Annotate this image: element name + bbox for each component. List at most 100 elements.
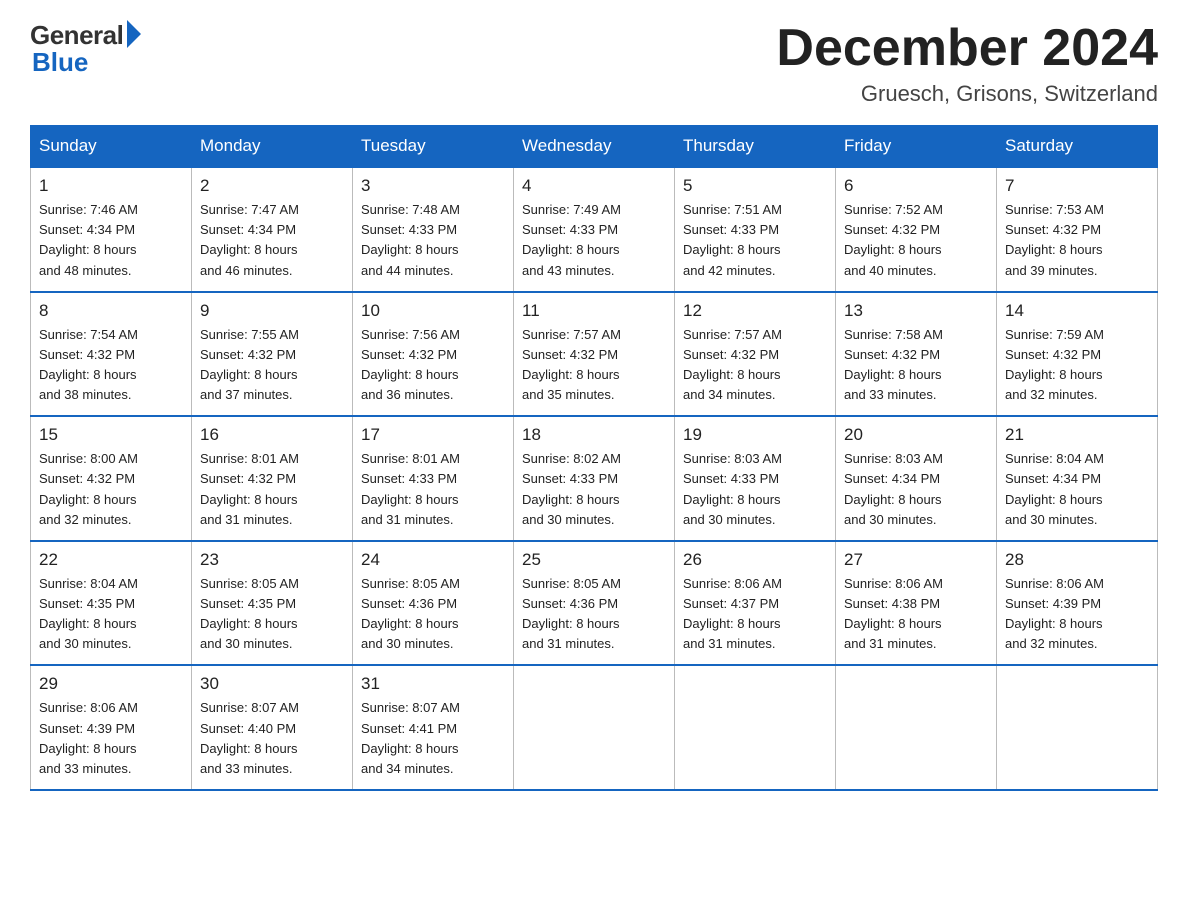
calendar-cell: [997, 665, 1158, 790]
day-number: 2: [200, 176, 344, 196]
logo: General Blue: [30, 20, 141, 78]
day-number: 19: [683, 425, 827, 445]
day-info: Sunrise: 8:07 AMSunset: 4:40 PMDaylight:…: [200, 698, 344, 779]
month-title: December 2024: [776, 20, 1158, 77]
page-header: General Blue December 2024 Gruesch, Gris…: [30, 20, 1158, 107]
day-info: Sunrise: 8:06 AMSunset: 4:38 PMDaylight:…: [844, 574, 988, 655]
calendar-cell: 8Sunrise: 7:54 AMSunset: 4:32 PMDaylight…: [31, 292, 192, 417]
day-number: 12: [683, 301, 827, 321]
day-info: Sunrise: 7:51 AMSunset: 4:33 PMDaylight:…: [683, 200, 827, 281]
calendar-cell: [675, 665, 836, 790]
calendar-cell: 5 Sunrise: 7:51 AMSunset: 4:33 PMDaylight…: [675, 167, 836, 292]
header-thursday: Thursday: [675, 126, 836, 168]
day-number: 22: [39, 550, 183, 570]
calendar-cell: 1Sunrise: 7:46 AMSunset: 4:34 PMDaylight…: [31, 167, 192, 292]
calendar-cell: 10 Sunrise: 7:56 AMSunset: 4:32 PMDayligh…: [353, 292, 514, 417]
calendar-cell: 31 Sunrise: 8:07 AMSunset: 4:41 PMDayligh…: [353, 665, 514, 790]
header-wednesday: Wednesday: [514, 126, 675, 168]
calendar-cell: 27 Sunrise: 8:06 AMSunset: 4:38 PMDayligh…: [836, 541, 997, 666]
day-info: Sunrise: 8:01 AMSunset: 4:33 PMDaylight:…: [361, 449, 505, 530]
day-info: Sunrise: 8:00 AMSunset: 4:32 PMDaylight:…: [39, 449, 183, 530]
day-number: 7: [1005, 176, 1149, 196]
calendar-cell: 20 Sunrise: 8:03 AMSunset: 4:34 PMDayligh…: [836, 416, 997, 541]
calendar-cell: 14Sunrise: 7:59 AMSunset: 4:32 PMDayligh…: [997, 292, 1158, 417]
day-info: Sunrise: 8:05 AMSunset: 4:35 PMDaylight:…: [200, 574, 344, 655]
calendar-cell: 2 Sunrise: 7:47 AMSunset: 4:34 PMDaylight…: [192, 167, 353, 292]
calendar-cell: 26Sunrise: 8:06 AMSunset: 4:37 PMDayligh…: [675, 541, 836, 666]
day-info: Sunrise: 8:04 AMSunset: 4:34 PMDaylight:…: [1005, 449, 1149, 530]
day-info: Sunrise: 7:53 AMSunset: 4:32 PMDaylight:…: [1005, 200, 1149, 281]
day-number: 26: [683, 550, 827, 570]
calendar-cell: 4 Sunrise: 7:49 AMSunset: 4:33 PMDaylight…: [514, 167, 675, 292]
calendar-cell: 23 Sunrise: 8:05 AMSunset: 4:35 PMDayligh…: [192, 541, 353, 666]
day-number: 4: [522, 176, 666, 196]
calendar-cell: 24 Sunrise: 8:05 AMSunset: 4:36 PMDayligh…: [353, 541, 514, 666]
location: Gruesch, Grisons, Switzerland: [776, 81, 1158, 107]
calendar-cell: 21 Sunrise: 8:04 AMSunset: 4:34 PMDayligh…: [997, 416, 1158, 541]
day-info: Sunrise: 8:05 AMSunset: 4:36 PMDaylight:…: [522, 574, 666, 655]
calendar-cell: 3 Sunrise: 7:48 AMSunset: 4:33 PMDaylight…: [353, 167, 514, 292]
header-tuesday: Tuesday: [353, 126, 514, 168]
calendar-cell: 17 Sunrise: 8:01 AMSunset: 4:33 PMDayligh…: [353, 416, 514, 541]
calendar-cell: 16Sunrise: 8:01 AMSunset: 4:32 PMDayligh…: [192, 416, 353, 541]
day-info: Sunrise: 8:06 AMSunset: 4:39 PMDaylight:…: [1005, 574, 1149, 655]
day-number: 28: [1005, 550, 1149, 570]
day-number: 18: [522, 425, 666, 445]
calendar-cell: [836, 665, 997, 790]
day-info: Sunrise: 7:58 AMSunset: 4:32 PMDaylight:…: [844, 325, 988, 406]
day-info: Sunrise: 7:56 AMSunset: 4:32 PMDaylight:…: [361, 325, 505, 406]
header-monday: Monday: [192, 126, 353, 168]
calendar-cell: 18Sunrise: 8:02 AMSunset: 4:33 PMDayligh…: [514, 416, 675, 541]
day-number: 14: [1005, 301, 1149, 321]
day-info: Sunrise: 8:06 AMSunset: 4:39 PMDaylight:…: [39, 698, 183, 779]
day-number: 5: [683, 176, 827, 196]
day-info: Sunrise: 7:55 AMSunset: 4:32 PMDaylight:…: [200, 325, 344, 406]
calendar-table: SundayMondayTuesdayWednesdayThursdayFrid…: [30, 125, 1158, 791]
day-info: Sunrise: 8:05 AMSunset: 4:36 PMDaylight:…: [361, 574, 505, 655]
day-info: Sunrise: 8:07 AMSunset: 4:41 PMDaylight:…: [361, 698, 505, 779]
calendar-cell: 29 Sunrise: 8:06 AMSunset: 4:39 PMDayligh…: [31, 665, 192, 790]
week-row-3: 15 Sunrise: 8:00 AMSunset: 4:32 PMDayligh…: [31, 416, 1158, 541]
header-friday: Friday: [836, 126, 997, 168]
day-info: Sunrise: 7:47 AMSunset: 4:34 PMDaylight:…: [200, 200, 344, 281]
calendar-cell: 13 Sunrise: 7:58 AMSunset: 4:32 PMDayligh…: [836, 292, 997, 417]
day-number: 10: [361, 301, 505, 321]
day-info: Sunrise: 7:49 AMSunset: 4:33 PMDaylight:…: [522, 200, 666, 281]
calendar-cell: [514, 665, 675, 790]
day-number: 6: [844, 176, 988, 196]
day-info: Sunrise: 7:48 AMSunset: 4:33 PMDaylight:…: [361, 200, 505, 281]
day-info: Sunrise: 8:04 AMSunset: 4:35 PMDaylight:…: [39, 574, 183, 655]
calendar-cell: 9 Sunrise: 7:55 AMSunset: 4:32 PMDaylight…: [192, 292, 353, 417]
day-number: 8: [39, 301, 183, 321]
day-number: 3: [361, 176, 505, 196]
day-info: Sunrise: 7:57 AMSunset: 4:32 PMDaylight:…: [683, 325, 827, 406]
day-number: 15: [39, 425, 183, 445]
calendar-cell: 28 Sunrise: 8:06 AMSunset: 4:39 PMDayligh…: [997, 541, 1158, 666]
week-row-5: 29 Sunrise: 8:06 AMSunset: 4:39 PMDayligh…: [31, 665, 1158, 790]
calendar-cell: 7 Sunrise: 7:53 AMSunset: 4:32 PMDaylight…: [997, 167, 1158, 292]
day-number: 25: [522, 550, 666, 570]
day-info: Sunrise: 7:52 AMSunset: 4:32 PMDaylight:…: [844, 200, 988, 281]
calendar-cell: 22 Sunrise: 8:04 AMSunset: 4:35 PMDayligh…: [31, 541, 192, 666]
day-number: 21: [1005, 425, 1149, 445]
week-row-4: 22 Sunrise: 8:04 AMSunset: 4:35 PMDayligh…: [31, 541, 1158, 666]
calendar-cell: 6 Sunrise: 7:52 AMSunset: 4:32 PMDaylight…: [836, 167, 997, 292]
day-number: 9: [200, 301, 344, 321]
day-number: 17: [361, 425, 505, 445]
day-number: 20: [844, 425, 988, 445]
day-info: Sunrise: 8:03 AMSunset: 4:34 PMDaylight:…: [844, 449, 988, 530]
calendar-cell: 12 Sunrise: 7:57 AMSunset: 4:32 PMDayligh…: [675, 292, 836, 417]
calendar-cell: 25 Sunrise: 8:05 AMSunset: 4:36 PMDayligh…: [514, 541, 675, 666]
day-info: Sunrise: 8:01 AMSunset: 4:32 PMDaylight:…: [200, 449, 344, 530]
header-row: SundayMondayTuesdayWednesdayThursdayFrid…: [31, 126, 1158, 168]
header-sunday: Sunday: [31, 126, 192, 168]
day-number: 27: [844, 550, 988, 570]
day-number: 29: [39, 674, 183, 694]
calendar-cell: 11Sunrise: 7:57 AMSunset: 4:32 PMDayligh…: [514, 292, 675, 417]
week-row-2: 8Sunrise: 7:54 AMSunset: 4:32 PMDaylight…: [31, 292, 1158, 417]
day-number: 23: [200, 550, 344, 570]
header-saturday: Saturday: [997, 126, 1158, 168]
day-number: 31: [361, 674, 505, 694]
day-number: 24: [361, 550, 505, 570]
day-number: 13: [844, 301, 988, 321]
